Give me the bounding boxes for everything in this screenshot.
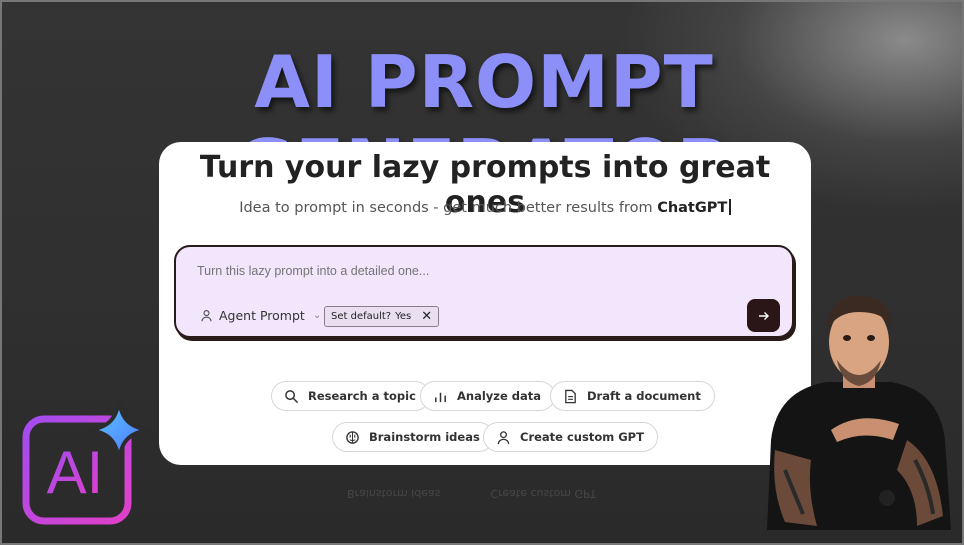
chip-label: Draft a document	[587, 389, 701, 403]
chip-label: Research a topic	[308, 389, 416, 403]
close-icon[interactable]: ✕	[421, 309, 432, 324]
agent-select-label: Agent Prompt	[219, 308, 305, 323]
chip-label: Analyze data	[457, 389, 542, 403]
chevron-down-icon: ⌄	[312, 310, 322, 321]
chip-research-topic[interactable]: Research a topic	[271, 381, 430, 411]
presenter-photo	[767, 295, 951, 530]
person-icon	[201, 310, 212, 322]
chip-create-custom-gpt[interactable]: Create custom GPT	[483, 422, 658, 452]
prompt-box: Agent Prompt ⌄ Set default? Yes ✕	[174, 245, 794, 338]
set-default-label: Set default?	[331, 311, 392, 322]
card-subtitle: Idea to prompt in seconds - get much bet…	[159, 199, 811, 216]
person-icon	[497, 430, 510, 444]
set-default-value: Yes	[395, 311, 412, 322]
reflection-text: Brainstorm ideas	[347, 487, 441, 500]
ai-logo: AI	[22, 398, 151, 525]
document-icon	[565, 389, 576, 403]
chip-brainstorm-ideas[interactable]: Brainstorm ideas	[332, 422, 494, 452]
reflection-text: Create custom GPT	[490, 487, 597, 500]
brain-icon	[346, 430, 359, 444]
agent-select[interactable]: Agent Prompt ⌄	[200, 308, 321, 323]
chip-label: Brainstorm ideas	[369, 430, 480, 444]
prompt-card: Turn your lazy prompts into great ones I…	[159, 142, 811, 465]
search-icon	[285, 389, 299, 403]
prompt-input[interactable]	[195, 263, 759, 279]
set-default-pill[interactable]: Set default? Yes ✕	[324, 306, 440, 327]
card-reflection: Brainstorm ideas Create custom GPT	[332, 480, 657, 500]
subtitle-text: Idea to prompt in seconds - get much bet…	[239, 200, 653, 216]
text-caret	[729, 199, 731, 215]
chip-analyze-data[interactable]: Analyze data	[420, 381, 556, 411]
chip-label: Create custom GPT	[520, 430, 644, 444]
bar-chart-icon	[435, 392, 446, 402]
chip-draft-document[interactable]: Draft a document	[550, 381, 715, 411]
subtitle-brand: ChatGPT	[657, 200, 728, 216]
ai-logo-text: AI	[47, 439, 104, 506]
